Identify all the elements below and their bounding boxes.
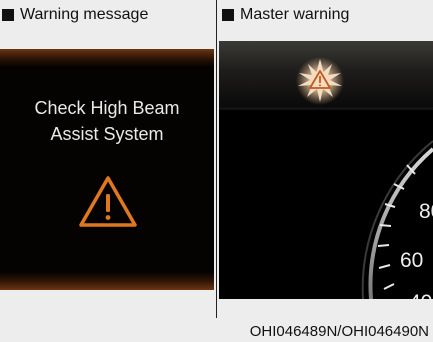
instrument-cluster: 80 60 40 [219,41,433,299]
speed-tick-60: 60 [400,249,423,272]
master-warning-label-text: Master warning [240,6,350,23]
warning-message-label-text: Warning message [20,6,149,23]
speed-tick-40: 40 [409,291,432,299]
warning-message-text: Check High Beam Assist System [0,95,214,147]
figure-caption: OHI046489N/OHI046490N [249,323,429,340]
divider [216,0,217,318]
cluster-graphic: 80 60 40 [219,41,433,299]
speed-tick-80: 80 [419,200,433,223]
master-warning-label: Master warning [222,6,349,24]
warning-triangle-icon [79,176,137,227]
display-glow-bottom [0,272,214,290]
warning-message-display: Check High Beam Assist System [0,49,214,290]
display-glow-top [0,49,214,67]
warning-message-line-1: Check High Beam [34,98,180,118]
master-warning-icon [296,57,344,105]
warning-message-label: Warning message [2,6,148,24]
square-bullet-icon [222,9,234,21]
warning-message-line-2: Assist System [50,124,164,144]
square-bullet-icon [2,9,14,21]
